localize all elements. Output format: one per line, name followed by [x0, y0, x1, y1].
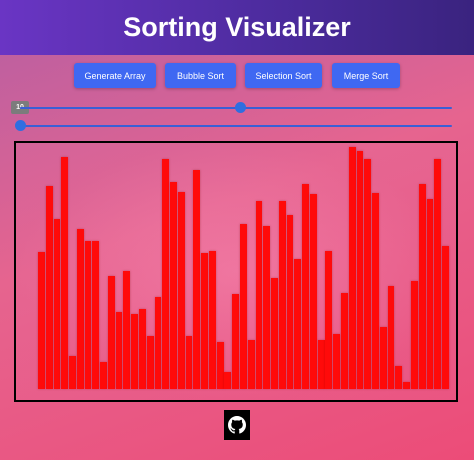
array-bar [426, 199, 434, 389]
array-bar [278, 201, 286, 389]
array-bar [442, 246, 449, 389]
array-bar [387, 286, 395, 389]
array-bar [379, 327, 387, 389]
array-bar [193, 170, 201, 389]
array-bar [216, 342, 224, 389]
array-bar [286, 215, 294, 389]
array-bar [317, 340, 325, 389]
array-bar [395, 366, 403, 389]
array-bar [403, 382, 410, 389]
speed-slider-thumb[interactable] [14, 120, 26, 131]
array-bar [232, 294, 240, 389]
array-bar [53, 219, 61, 389]
array-bar [131, 314, 139, 389]
array-bar [154, 297, 162, 389]
size-slider-thumb[interactable] [234, 102, 246, 113]
array-bar [434, 159, 442, 389]
array-bar [38, 252, 45, 389]
array-bar [92, 241, 100, 389]
array-bar [115, 312, 123, 389]
array-bar [364, 159, 372, 389]
array-bar [107, 276, 115, 389]
array-bar [100, 362, 107, 389]
array-bar [325, 251, 333, 389]
array-bar [240, 224, 247, 389]
array-bar [247, 340, 255, 389]
array-bar [309, 194, 317, 389]
array-bar [263, 226, 271, 389]
page-title: Sorting Visualizer [123, 12, 351, 42]
array-bar [61, 157, 69, 389]
array-bar [271, 278, 278, 389]
github-icon [228, 416, 246, 434]
generate-array-button[interactable]: Generate Array [74, 63, 156, 88]
array-bar [139, 309, 146, 389]
array-bar [372, 193, 379, 389]
array-bar [410, 281, 418, 389]
github-link[interactable] [224, 410, 250, 440]
array-bar [255, 201, 263, 389]
array-bar [208, 251, 216, 389]
array-bar [224, 372, 232, 389]
array-bar [356, 151, 364, 389]
array-bar [201, 253, 208, 389]
array-bar [341, 293, 348, 389]
array-bar [348, 147, 356, 389]
array-bar [146, 336, 154, 389]
speed-slider-track[interactable] [20, 125, 452, 127]
array-bar [177, 192, 185, 389]
array-visualization [14, 141, 458, 402]
array-bar [84, 241, 92, 389]
array-bar [333, 334, 341, 389]
array-bar [76, 229, 84, 389]
app-header: Sorting Visualizer [0, 0, 474, 55]
array-bar [123, 271, 131, 389]
array-bar [45, 186, 53, 389]
array-bar [170, 182, 177, 389]
array-bar [294, 259, 302, 389]
merge-sort-button[interactable]: Merge Sort [332, 63, 400, 88]
array-bar [302, 184, 309, 389]
selection-sort-button[interactable]: Selection Sort [245, 63, 322, 88]
array-bar [418, 184, 426, 389]
array-bar [185, 336, 193, 389]
array-bar [69, 356, 76, 389]
bubble-sort-button[interactable]: Bubble Sort [165, 63, 236, 88]
array-bar [162, 159, 170, 389]
